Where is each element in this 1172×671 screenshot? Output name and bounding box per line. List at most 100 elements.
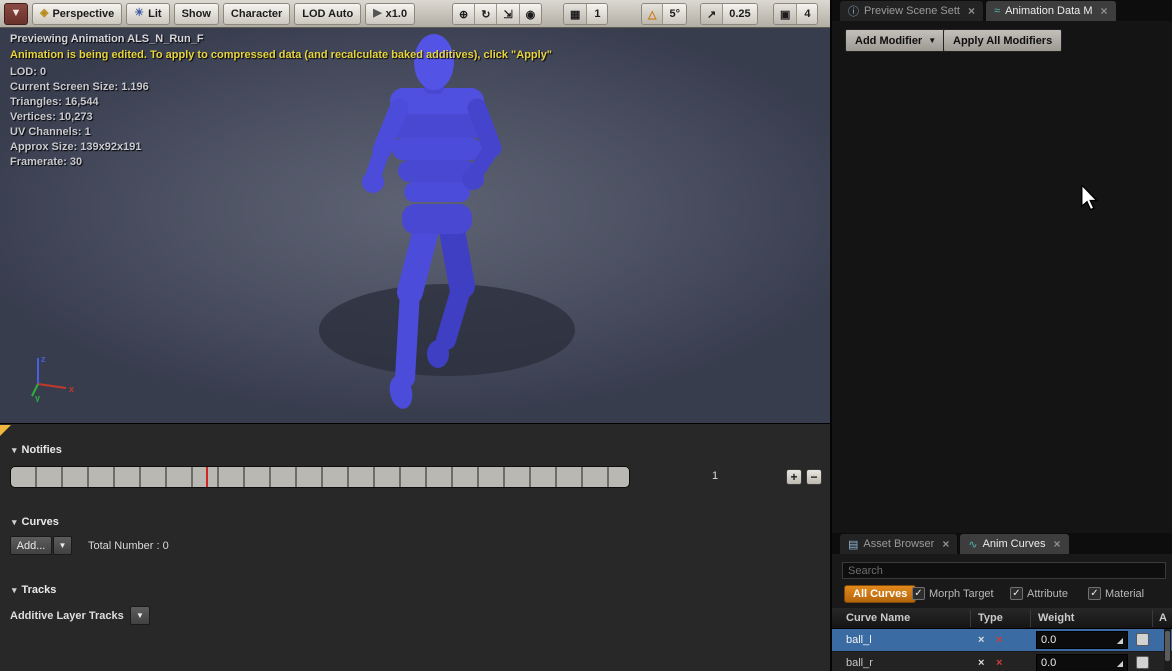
plus-icon: + [790, 471, 797, 484]
grid-snap-value-button[interactable]: 1 [587, 4, 607, 24]
curves-section-header[interactable]: ▾ Curves [12, 516, 59, 528]
drag-handle-icon[interactable]: ◢ [1117, 659, 1123, 668]
show-label: Show [182, 8, 211, 20]
tab-preview-scene-settings[interactable]: ⓘ Preview Scene Sett × [840, 1, 983, 21]
scale-snap-group: ↗ 0.25 [700, 3, 758, 25]
add-modifier-button[interactable]: Add Modifier ▼ [845, 29, 946, 52]
3d-viewport[interactable]: Previewing Animation ALS_N_Run_F Animati… [0, 28, 830, 423]
lit-label: Lit [148, 8, 161, 20]
rotation-snap-value-button[interactable]: 5° [663, 4, 686, 24]
z-axis-label: z [41, 354, 46, 364]
scale-tool-button[interactable]: ⇲ [497, 4, 519, 24]
weight-input[interactable]: 0.0 ◢ [1036, 654, 1128, 671]
column-divider[interactable] [1030, 610, 1031, 627]
curve-list-scrollbar[interactable] [1164, 629, 1171, 671]
col-weight[interactable]: Weight [1038, 612, 1074, 624]
curve-search-input[interactable] [842, 562, 1166, 579]
close-icon[interactable]: × [968, 4, 975, 18]
curve-name: ball_l [846, 634, 872, 646]
all-curves-filter-button[interactable]: All Curves [844, 585, 916, 603]
weight-value: 0.0 [1041, 634, 1056, 646]
lit-mode-button[interactable]: ☀ Lit [126, 3, 169, 25]
all-curves-label: All Curves [853, 588, 907, 600]
animation-data-modifiers-panel: ⓘ Preview Scene Sett × ≈ Animation Data … [832, 0, 1172, 533]
rotation-snap-toggle[interactable]: △ [642, 4, 663, 24]
rotate-icon: ↻ [481, 8, 490, 21]
perspective-button[interactable]: ◈ Perspective [32, 3, 122, 25]
active-panel-accent [0, 425, 11, 436]
world-icon: ◉ [526, 8, 536, 21]
playback-speed-button[interactable]: ▶ x1.0 [365, 3, 415, 25]
add-curve-dropdown-button[interactable]: ▼ [53, 536, 72, 555]
morph-target-checkbox[interactable]: ✓ [912, 587, 925, 600]
scale-snap-icon: ↗ [707, 8, 716, 21]
add-curve-button[interactable]: Add... [10, 536, 52, 555]
chevron-down-icon: ▼ [11, 8, 22, 19]
camera-speed-button[interactable]: ▣ [774, 4, 797, 24]
rotation-snap-group: △ 5° [641, 3, 687, 25]
viewport-options-button[interactable]: ▼ [4, 3, 28, 25]
scale-snap-toggle[interactable]: ↗ [701, 4, 723, 24]
camera-speed-value-button[interactable]: 4 [797, 4, 817, 24]
auto-checkbox[interactable] [1136, 633, 1149, 646]
close-icon[interactable]: × [1054, 537, 1061, 551]
anim-detail-panel: ▾ Notifies 1 + − ▾ Curves Add... ▼ [0, 423, 830, 671]
attribute-filter-label: Attribute [1027, 588, 1068, 600]
tab-anim-curves[interactable]: ∿ Anim Curves × [960, 534, 1068, 554]
tab-anim-data-label: Animation Data M [1005, 5, 1092, 17]
scale-snap-value: 0.25 [729, 8, 750, 20]
weight-input[interactable]: 0.0 ◢ [1036, 631, 1128, 649]
tab-asset-browser-label: Asset Browser [863, 538, 934, 550]
notify-track-timeline[interactable] [10, 466, 630, 488]
curve-row-ball-l[interactable]: ball_l × × 0.0 ◢ [832, 629, 1172, 651]
stat-vertices: Vertices: 10,273 [10, 111, 93, 123]
x-axis-label: x [69, 384, 74, 394]
attribute-checkbox[interactable]: ✓ [1010, 587, 1023, 600]
lod-auto-button[interactable]: LOD Auto [294, 3, 361, 25]
col-auto[interactable]: A [1159, 612, 1167, 624]
material-checkbox[interactable]: ✓ [1088, 587, 1101, 600]
notifies-header-label: Notifies [22, 444, 62, 456]
column-divider[interactable] [1152, 610, 1153, 627]
auto-checkbox[interactable] [1136, 656, 1149, 669]
tracks-section-header[interactable]: ▾ Tracks [12, 584, 56, 596]
close-icon[interactable]: × [942, 537, 949, 551]
collapse-arrow-icon: ▾ [12, 585, 17, 596]
show-button[interactable]: Show [174, 3, 219, 25]
morph-type-cross-icon: × [978, 634, 984, 646]
axis-gizmo: z x y [22, 350, 82, 402]
notifies-section-header[interactable]: ▾ Notifies [12, 444, 62, 456]
stat-triangles: Triangles: 16,544 [10, 96, 99, 108]
add-notify-track-button[interactable]: + [786, 469, 802, 485]
grid-snap-toggle[interactable]: ▦ [564, 4, 587, 24]
col-curve-name[interactable]: Curve Name [846, 612, 910, 624]
tab-anim-curves-label: Anim Curves [983, 538, 1046, 550]
apply-all-modifiers-button[interactable]: Apply All Modifiers [943, 29, 1062, 52]
anim-curves-icon: ∿ [968, 538, 977, 551]
tab-animation-data-modifiers[interactable]: ≈ Animation Data M × [986, 1, 1116, 21]
remove-notify-track-button[interactable]: − [806, 469, 822, 485]
animation-data-modifiers-icon: ≈ [994, 5, 1000, 17]
coordinate-system-button[interactable]: ◉ [520, 4, 542, 24]
tab-asset-browser[interactable]: ▤ Asset Browser × [840, 534, 957, 554]
chevron-down-icon: ▼ [59, 541, 67, 550]
lod-auto-label: LOD Auto [302, 8, 353, 20]
minus-icon: − [810, 471, 817, 484]
add-curve-label: Add... [17, 540, 46, 552]
col-type[interactable]: Type [978, 612, 1003, 624]
character-button[interactable]: Character [223, 3, 290, 25]
close-icon[interactable]: × [1101, 4, 1108, 18]
move-tool-button[interactable]: ⊕ [453, 4, 475, 24]
curve-table-header: Curve Name Type Weight A [832, 608, 1172, 629]
additive-layer-tracks-dropdown[interactable]: ▼ [130, 606, 150, 625]
scrollbar-thumb[interactable] [1165, 631, 1170, 661]
weight-value: 0.0 [1041, 657, 1056, 669]
drag-handle-icon[interactable]: ◢ [1117, 636, 1123, 645]
column-divider[interactable] [970, 610, 971, 627]
anim-curves-panel: ▤ Asset Browser × ∿ Anim Curves × All Cu… [832, 533, 1172, 671]
curve-row-ball-r[interactable]: ball_r × × 0.0 ◢ [832, 652, 1172, 671]
scale-snap-value-button[interactable]: 0.25 [723, 4, 756, 24]
animation-edited-warning: Animation is being edited. To apply to c… [10, 49, 552, 61]
timeline-playhead[interactable] [206, 467, 208, 487]
rotate-tool-button[interactable]: ↻ [475, 4, 497, 24]
